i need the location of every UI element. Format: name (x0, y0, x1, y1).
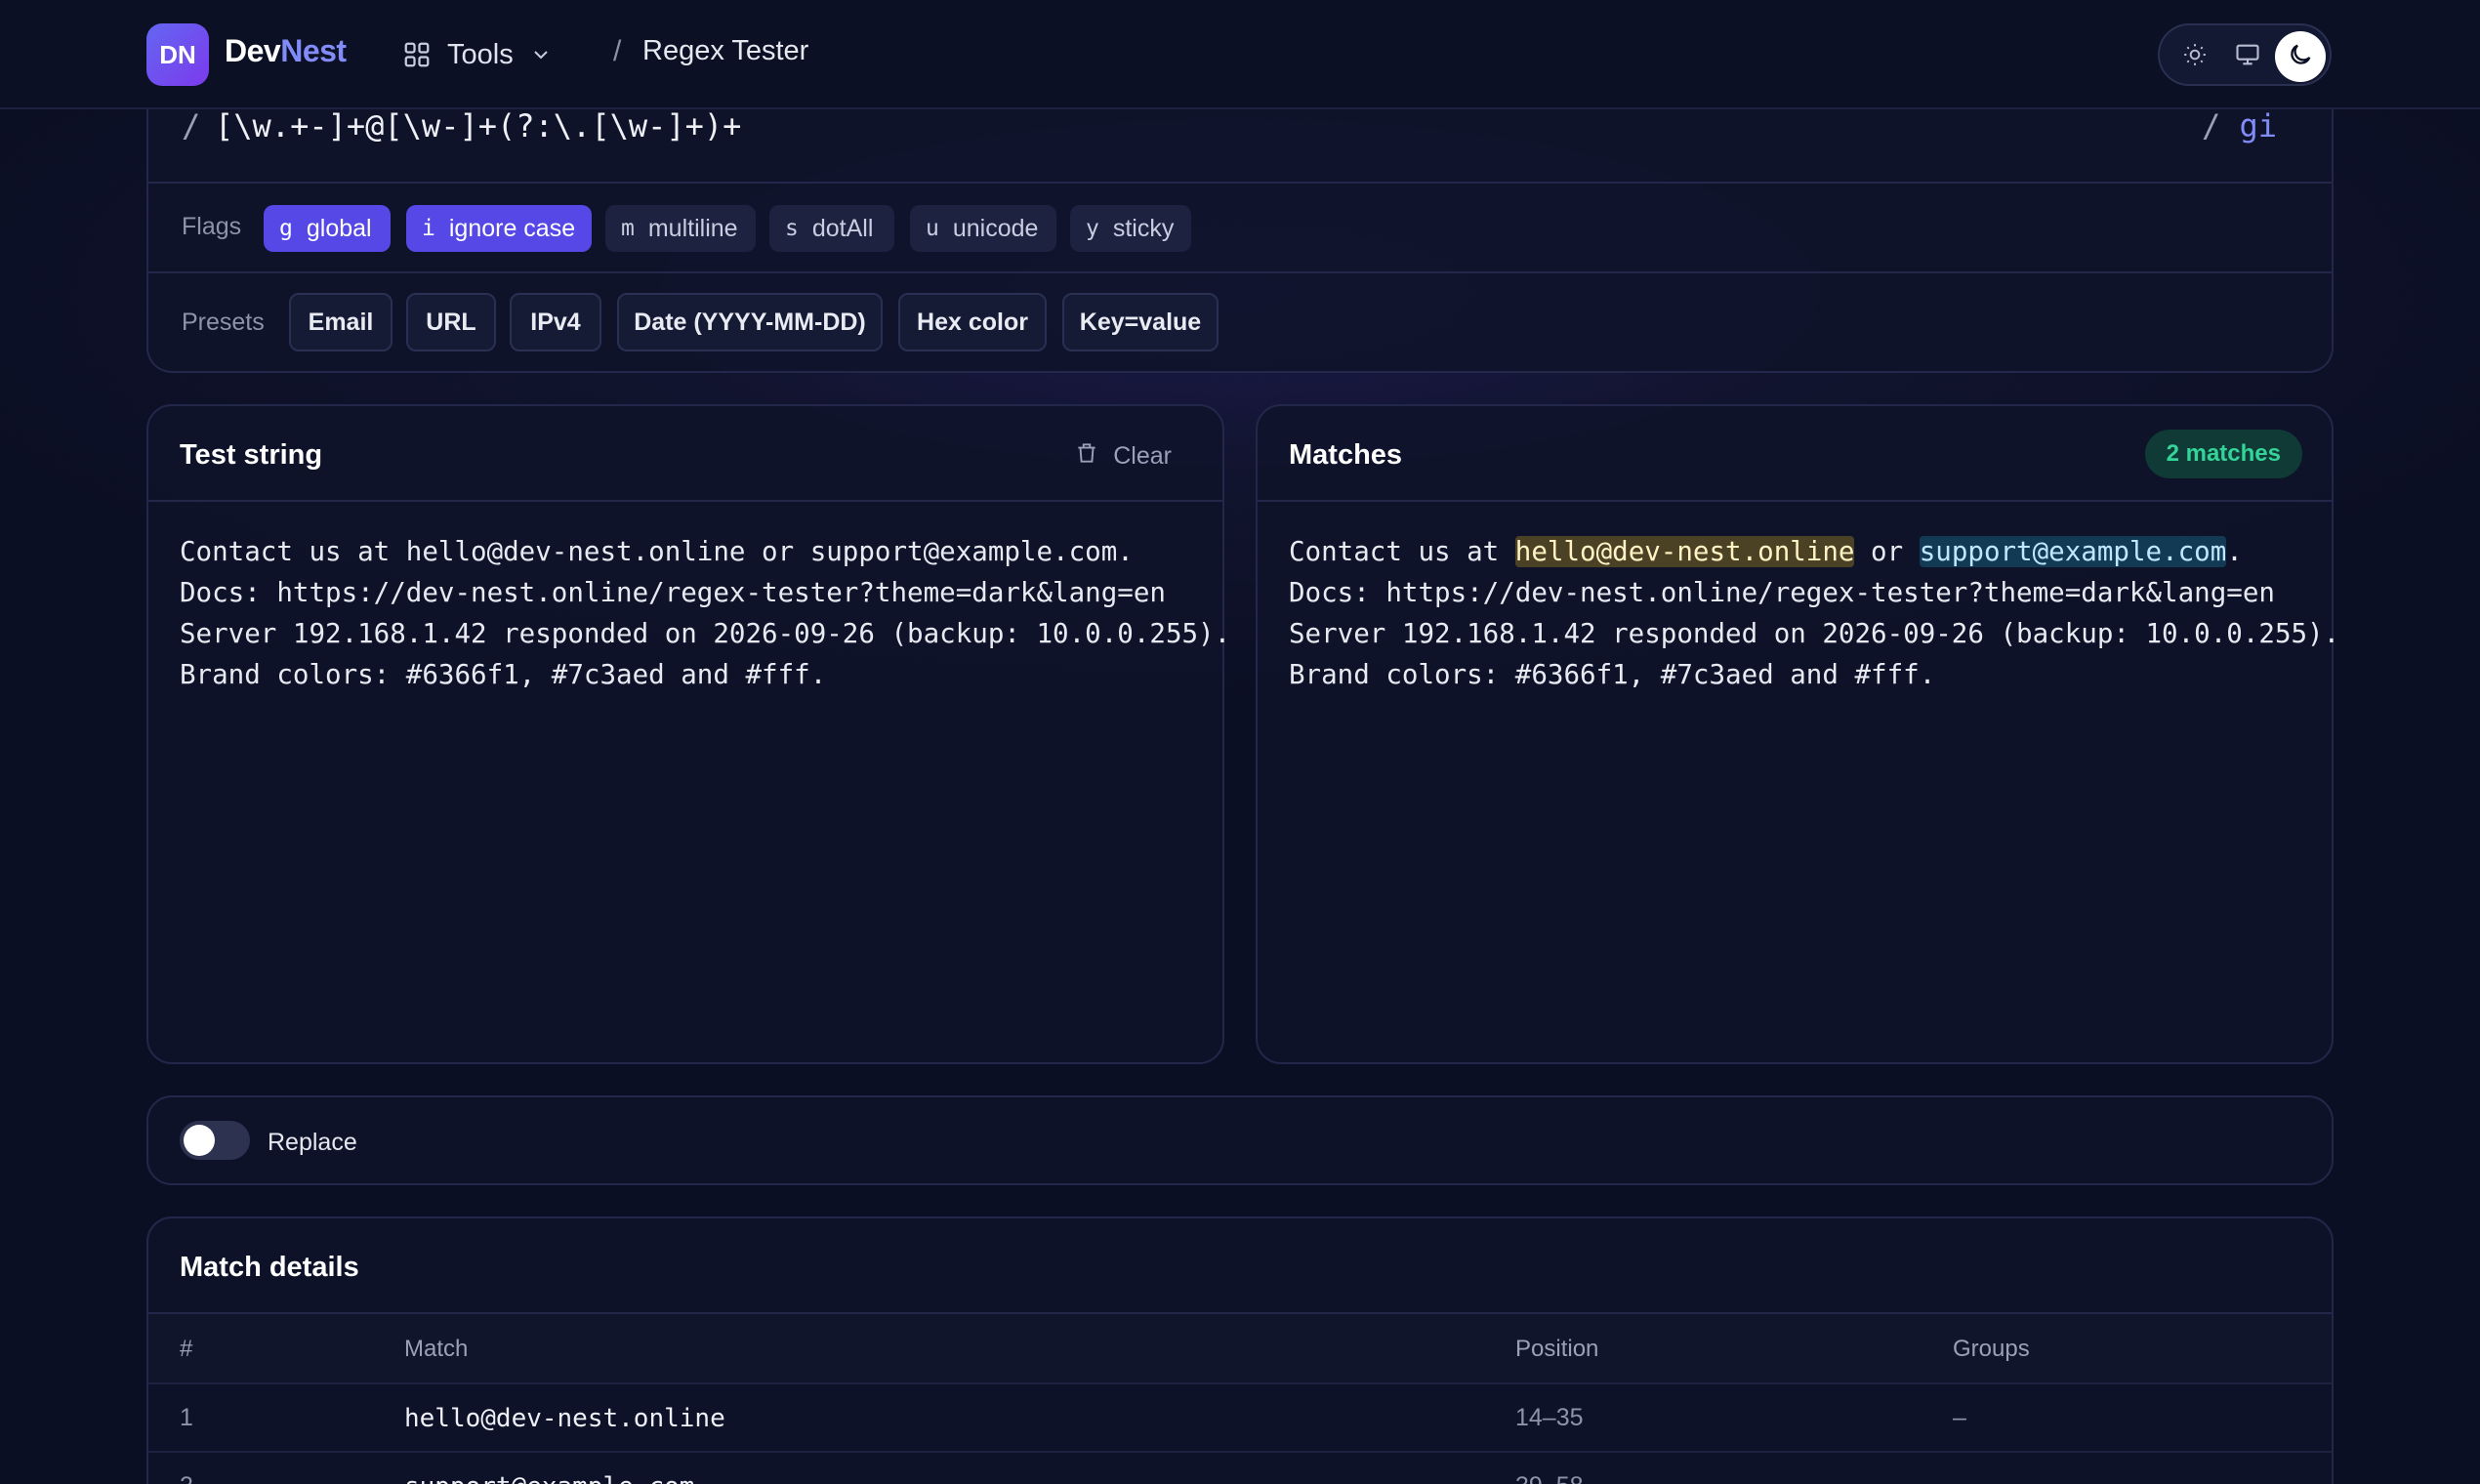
match-highlight-1: hello@dev-nest.online (1514, 536, 1855, 567)
regex-close-delimiter: / (2201, 107, 2221, 144)
top-navigation-bar: DN DevNest Tools / Regex Tester (0, 0, 2480, 109)
regex-flags-text: gi (2239, 107, 2277, 144)
flag-key: g (279, 216, 293, 241)
flag-label: global (306, 214, 372, 242)
match-count-badge: 2 matches (2144, 430, 2302, 478)
clear-button[interactable]: Clear (1074, 439, 1172, 474)
regex-open-delimiter: / (182, 107, 201, 144)
matches-panel: Matches 2 matches Contact us at hello@de… (1256, 404, 2340, 1064)
flag-sticky-chip[interactable]: y sticky (1070, 205, 1191, 252)
flag-unicode-chip[interactable]: u unicode (910, 205, 1056, 252)
column-header-match: Match (404, 1336, 469, 1362)
flag-label: sticky (1112, 214, 1175, 242)
test-line: Contact us at hello@dev-nest.online or s… (180, 536, 1134, 567)
table-row[interactable]: 2 support@example.com 39–58 – (148, 1451, 2332, 1484)
brand-name[interactable]: DevNest (225, 33, 347, 69)
sun-icon (2182, 42, 2208, 72)
theme-system-button[interactable] (2222, 31, 2273, 82)
matches-title: Matches (1289, 439, 1403, 471)
logo[interactable]: DN (146, 23, 209, 86)
row-index: 2 (180, 1472, 193, 1484)
page-title: Regex Tester (642, 35, 809, 66)
clear-label: Clear (1113, 442, 1172, 470)
match-line: Brand colors: #6366f1, #7c3aed and #fff. (1289, 659, 1936, 690)
test-line: Server 192.168.1.42 responded on 2026-09… (180, 618, 1231, 649)
flag-dotall-chip[interactable]: s dotAll (769, 205, 894, 252)
trash-icon (1074, 439, 1099, 474)
text-segment: Contact us at (1289, 536, 1515, 567)
preset-key-value-button[interactable]: Key=value (1062, 293, 1219, 351)
flag-label: ignore case (448, 214, 576, 242)
replace-toggle[interactable] (180, 1121, 250, 1160)
brand-name-part1: Dev (225, 33, 281, 68)
tools-label: Tools (447, 38, 514, 70)
row-position: 39–58 (1515, 1472, 1584, 1484)
flag-label: unicode (952, 214, 1039, 242)
flag-key: s (785, 216, 799, 241)
flag-key: m (621, 216, 635, 241)
moon-icon (2287, 41, 2314, 73)
row-match: hello@dev-nest.online (404, 1404, 725, 1433)
flag-key: y (1086, 216, 1099, 241)
presets-row: Presets Email URL IPv4 Date (YYYY-MM-DD)… (148, 273, 2332, 373)
replace-label: Replace (268, 1129, 357, 1156)
flag-multiline-chip[interactable]: m multiline (605, 205, 756, 252)
column-header-index: # (180, 1336, 193, 1362)
flag-key: i (422, 216, 435, 241)
matches-header: Matches 2 matches (1258, 406, 2332, 502)
flag-label: dotAll (811, 214, 874, 242)
match-line: Docs: https://dev-nest.online/regex-test… (1289, 577, 2275, 608)
brand-name-part2: Nest (280, 33, 347, 68)
row-position: 14–35 (1515, 1404, 1584, 1431)
matches-preview: Contact us at hello@dev-nest.online or s… (1289, 531, 2340, 695)
text-segment: . (2226, 536, 2243, 567)
flags-label: Flags (182, 213, 242, 240)
row-groups: – (1953, 1404, 1966, 1431)
theme-dark-button[interactable] (2275, 31, 2326, 82)
toggle-knob (184, 1125, 215, 1156)
presets-label: Presets (182, 309, 265, 336)
test-string-header: Test string Clear (148, 406, 1222, 502)
flag-ignore-case-chip[interactable]: i ignore case (406, 205, 592, 252)
match-details-title: Match details (180, 1252, 359, 1283)
test-string-textarea[interactable]: Contact us at hello@dev-nest.online or s… (180, 531, 1231, 695)
test-string-title: Test string (180, 439, 323, 471)
text-segment: or (1854, 536, 1920, 567)
match-line: Server 192.168.1.42 responded on 2026-09… (1289, 618, 2340, 649)
test-line: Docs: https://dev-nest.online/regex-test… (180, 577, 1166, 608)
test-line: Brand colors: #6366f1, #7c3aed and #fff. (180, 659, 827, 690)
grid-icon (402, 40, 432, 69)
preset-date-button[interactable]: Date (YYYY-MM-DD) (617, 293, 883, 351)
regex-flags-display: / gi (2202, 107, 2277, 144)
match-highlight-2: support@example.com (1919, 536, 2227, 567)
match-line: Contact us at hello@dev-nest.online or s… (1289, 531, 2312, 572)
regex-pattern-input[interactable]: [\w.+-]+@[\w-]+(?:\.[\w-]+)+ (215, 107, 741, 144)
flags-row: Flags g global i ignore case m multiline sd… (148, 184, 2332, 273)
tools-menu-button[interactable]: Tools (402, 31, 553, 78)
flag-global-chip[interactable]: g global (264, 205, 391, 252)
theme-light-button[interactable] (2170, 31, 2220, 82)
preset-hex-color-button[interactable]: Hex color (898, 293, 1047, 351)
breadcrumb-separator: / (613, 35, 622, 67)
theme-switcher (2158, 23, 2332, 86)
flag-key: u (926, 216, 939, 241)
row-match: support@example.com (404, 1472, 694, 1484)
match-details-card: Match details # Match Position Groups 1 … (146, 1216, 2334, 1484)
table-header: # Match Position Groups (148, 1312, 2332, 1382)
table-row[interactable]: 1 hello@dev-nest.online 14–35 – (148, 1382, 2332, 1451)
column-header-position: Position (1515, 1336, 1599, 1362)
monitor-icon (2234, 41, 2261, 73)
flag-label: multiline (647, 214, 738, 242)
preset-url-button[interactable]: URL (406, 293, 496, 351)
preset-email-button[interactable]: Email (289, 293, 393, 351)
chevron-down-icon (529, 43, 553, 66)
replace-card: Replace (146, 1095, 2334, 1185)
row-index: 1 (180, 1404, 193, 1431)
row-groups: – (1953, 1472, 1966, 1484)
test-string-panel: Test string Clear Contact us at hello@de… (146, 404, 1231, 1064)
preset-ipv4-button[interactable]: IPv4 (510, 293, 601, 351)
column-header-groups: Groups (1953, 1336, 2030, 1362)
